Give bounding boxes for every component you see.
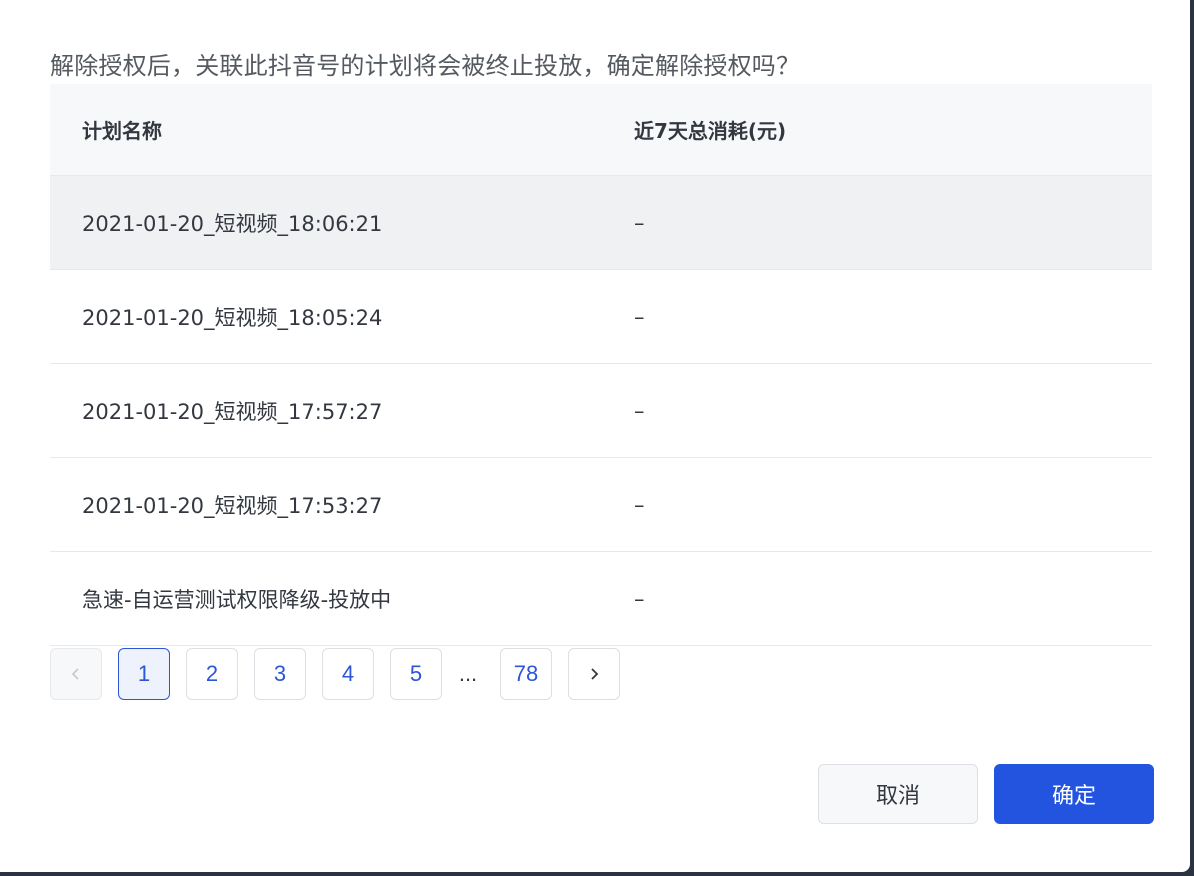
plan-name-cell: 2021-01-20_短视频_18:05:24	[82, 305, 383, 330]
cancel-button[interactable]: 取消	[818, 764, 978, 824]
plan-name-cell: 2021-01-20_短视频_17:53:27	[82, 493, 383, 518]
column-header-plan-name: 计划名称	[82, 119, 162, 143]
chevron-left-icon	[69, 667, 83, 681]
page-button-2[interactable]: 2	[186, 648, 238, 700]
plan-name-cell: 2021-01-20_短视频_18:06:21	[82, 211, 383, 236]
next-page-button[interactable]	[568, 648, 620, 700]
cost-cell: –	[634, 304, 645, 329]
table-row[interactable]: 急速-自运营测试权限降级-投放中 –	[50, 552, 1152, 646]
cost-cell: –	[634, 398, 645, 423]
plan-table: 计划名称 近7天总消耗(元) 2021-01-20_短视频_18:06:21 –…	[50, 84, 1152, 646]
cost-cell: –	[634, 492, 645, 517]
cost-cell: –	[634, 586, 645, 611]
plan-name-cell: 2021-01-20_短视频_17:57:27	[82, 399, 383, 424]
table-row[interactable]: 2021-01-20_短视频_17:53:27 –	[50, 458, 1152, 552]
pagination-ellipsis[interactable]: ...	[448, 661, 488, 687]
page-button-1[interactable]: 1	[118, 648, 170, 700]
chevron-right-icon	[587, 667, 601, 681]
table-row[interactable]: 2021-01-20_短视频_18:05:24 –	[50, 270, 1152, 364]
plan-name-cell: 急速-自运营测试权限降级-投放中	[82, 587, 392, 612]
confirm-button[interactable]: 确定	[994, 764, 1154, 824]
prev-page-button[interactable]	[50, 648, 102, 700]
column-header-7day-cost: 近7天总消耗(元)	[634, 119, 787, 143]
page-button-5[interactable]: 5	[390, 648, 442, 700]
table-header: 计划名称 近7天总消耗(元)	[50, 84, 1152, 176]
pagination: 1 2 3 4 5 ... 78	[50, 648, 636, 700]
cost-cell: –	[634, 210, 645, 235]
page-button-4[interactable]: 4	[322, 648, 374, 700]
confirm-dialog: 解除授权后，关联此抖音号的计划将会被终止投放，确定解除授权吗？ 计划名称 近7天…	[0, 0, 1190, 872]
dialog-message: 解除授权后，关联此抖音号的计划将会被终止投放，确定解除授权吗？	[50, 52, 801, 80]
table-row[interactable]: 2021-01-20_短视频_18:06:21 –	[50, 176, 1152, 270]
page-button-last[interactable]: 78	[500, 648, 552, 700]
page-button-3[interactable]: 3	[254, 648, 306, 700]
table-row[interactable]: 2021-01-20_短视频_17:57:27 –	[50, 364, 1152, 458]
